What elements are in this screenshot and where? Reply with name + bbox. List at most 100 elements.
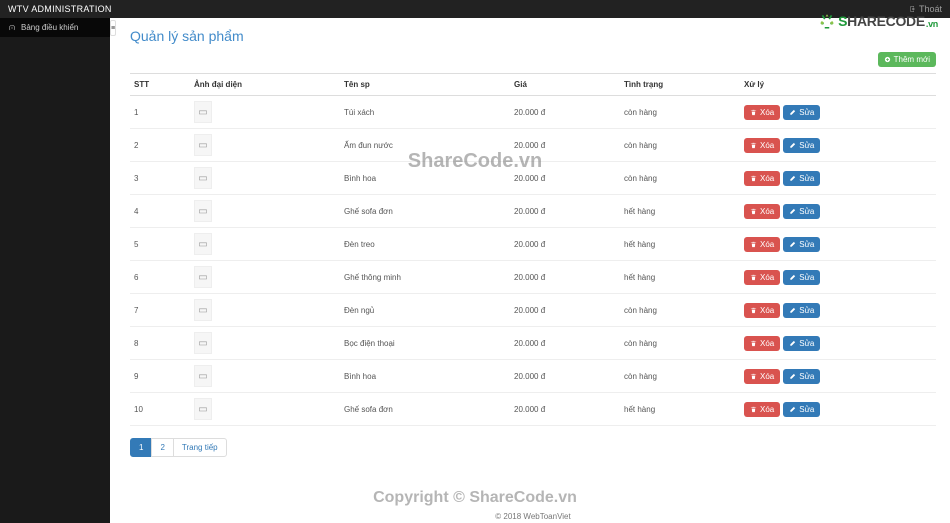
product-thumb: ▭ bbox=[194, 332, 212, 354]
delete-button[interactable]: Xóa bbox=[744, 237, 780, 252]
edit-button[interactable]: Sửa bbox=[783, 270, 820, 285]
table-row: 9▭Bình hoa20.000 đcòn hàngXóaSửa bbox=[130, 360, 936, 393]
cell-name: Bọc điện thoại bbox=[340, 327, 510, 360]
delete-button[interactable]: Xóa bbox=[744, 402, 780, 417]
pencil-icon bbox=[789, 208, 796, 215]
pencil-icon bbox=[789, 340, 796, 347]
edit-label: Sửa bbox=[799, 240, 814, 249]
plus-icon bbox=[884, 56, 891, 63]
table-row: 1▭Túi xách20.000 đcòn hàngXóaSửa bbox=[130, 96, 936, 129]
th-price: Giá bbox=[510, 74, 620, 96]
cell-actions: Xóa Sửa bbox=[740, 162, 936, 195]
pencil-icon bbox=[789, 274, 796, 281]
cell-price: 20.000 đ bbox=[510, 261, 620, 294]
edit-button[interactable]: Sửa bbox=[783, 402, 820, 417]
trash-icon bbox=[750, 175, 757, 182]
delete-label: Xóa bbox=[760, 141, 774, 150]
delete-button[interactable]: Xóa bbox=[744, 171, 780, 186]
delete-button[interactable]: Xóa bbox=[744, 105, 780, 120]
cell-status: hết hàng bbox=[620, 393, 740, 426]
edit-label: Sửa bbox=[799, 108, 814, 117]
cell-status: còn hàng bbox=[620, 96, 740, 129]
edit-button[interactable]: Sửa bbox=[783, 171, 820, 186]
trash-icon bbox=[750, 142, 757, 149]
cell-stt: 5 bbox=[130, 228, 190, 261]
delete-label: Xóa bbox=[760, 372, 774, 381]
cell-actions: Xóa Sửa bbox=[740, 327, 936, 360]
delete-label: Xóa bbox=[760, 207, 774, 216]
cell-image: ▭ bbox=[190, 327, 340, 360]
main: Quản lý sản phẩm Thêm mới STT Ảnh đại di… bbox=[116, 18, 950, 523]
th-image: Ảnh đại diện bbox=[190, 74, 340, 96]
table-row: 6▭Ghế thông minh20.000 đhết hàngXóaSửa bbox=[130, 261, 936, 294]
cell-stt: 1 bbox=[130, 96, 190, 129]
dashboard-icon bbox=[8, 24, 16, 32]
cell-image: ▭ bbox=[190, 360, 340, 393]
cell-actions: Xóa Sửa bbox=[740, 360, 936, 393]
cell-actions: Xóa Sửa bbox=[740, 261, 936, 294]
edit-label: Sửa bbox=[799, 306, 814, 315]
trash-icon bbox=[750, 274, 757, 281]
delete-label: Xóa bbox=[760, 339, 774, 348]
sidebar-item-dashboard[interactable]: Bảng điều khiển bbox=[0, 18, 110, 37]
cell-name: Bình hoa bbox=[340, 162, 510, 195]
edit-label: Sửa bbox=[799, 273, 814, 282]
table-row: 7▭Đèn ngủ20.000 đcòn hàngXóaSửa bbox=[130, 294, 936, 327]
edit-button[interactable]: Sửa bbox=[783, 204, 820, 219]
edit-button[interactable]: Sửa bbox=[783, 303, 820, 318]
cell-name: Ghế sofa đơn bbox=[340, 195, 510, 228]
delete-button[interactable]: Xóa bbox=[744, 303, 780, 318]
product-thumb: ▭ bbox=[194, 233, 212, 255]
th-status: Tình trạng bbox=[620, 74, 740, 96]
delete-button[interactable]: Xóa bbox=[744, 270, 780, 285]
brand-title: WTV ADMINISTRATION bbox=[8, 4, 112, 14]
product-thumb: ▭ bbox=[194, 365, 212, 387]
add-button[interactable]: Thêm mới bbox=[878, 52, 936, 67]
product-thumb: ▭ bbox=[194, 167, 212, 189]
th-name: Tên sp bbox=[340, 74, 510, 96]
cell-price: 20.000 đ bbox=[510, 195, 620, 228]
cell-actions: Xóa Sửa bbox=[740, 96, 936, 129]
cell-image: ▭ bbox=[190, 294, 340, 327]
cell-price: 20.000 đ bbox=[510, 162, 620, 195]
edit-label: Sửa bbox=[799, 174, 814, 183]
delete-button[interactable]: Xóa bbox=[744, 336, 780, 351]
cell-image: ▭ bbox=[190, 162, 340, 195]
cell-status: còn hàng bbox=[620, 294, 740, 327]
table-row: 3▭Bình hoa20.000 đcòn hàngXóaSửa bbox=[130, 162, 936, 195]
cell-price: 20.000 đ bbox=[510, 294, 620, 327]
cell-name: Ấm đun nước bbox=[340, 129, 510, 162]
trash-icon bbox=[750, 373, 757, 380]
trash-icon bbox=[750, 307, 757, 314]
edit-button[interactable]: Sửa bbox=[783, 369, 820, 384]
logout-link[interactable]: Thoát bbox=[908, 4, 942, 14]
delete-label: Xóa bbox=[760, 306, 774, 315]
cell-stt: 8 bbox=[130, 327, 190, 360]
page-title: Quản lý sản phẩm bbox=[130, 28, 936, 44]
cell-price: 20.000 đ bbox=[510, 393, 620, 426]
delete-button[interactable]: Xóa bbox=[744, 369, 780, 384]
page-next[interactable]: Trang tiếp bbox=[173, 438, 227, 457]
products-table: STT Ảnh đại diện Tên sp Giá Tình trạng X… bbox=[130, 73, 936, 426]
page-1[interactable]: 1 bbox=[130, 438, 152, 457]
table-row: 4▭Ghế sofa đơn20.000 đhết hàngXóaSửa bbox=[130, 195, 936, 228]
edit-button[interactable]: Sửa bbox=[783, 336, 820, 351]
page-2[interactable]: 2 bbox=[151, 438, 173, 457]
delete-button[interactable]: Xóa bbox=[744, 204, 780, 219]
trash-icon bbox=[750, 208, 757, 215]
delete-label: Xóa bbox=[760, 240, 774, 249]
cell-actions: Xóa Sửa bbox=[740, 129, 936, 162]
cell-actions: Xóa Sửa bbox=[740, 294, 936, 327]
pencil-icon bbox=[789, 109, 796, 116]
table-row: 10▭Ghế sofa đơn20.000 đhết hàngXóaSửa bbox=[130, 393, 936, 426]
edit-label: Sửa bbox=[799, 405, 814, 414]
cell-image: ▭ bbox=[190, 261, 340, 294]
edit-button[interactable]: Sửa bbox=[783, 237, 820, 252]
product-thumb: ▭ bbox=[194, 101, 212, 123]
edit-button[interactable]: Sửa bbox=[783, 105, 820, 120]
delete-button[interactable]: Xóa bbox=[744, 138, 780, 153]
product-thumb: ▭ bbox=[194, 398, 212, 420]
delete-label: Xóa bbox=[760, 405, 774, 414]
edit-button[interactable]: Sửa bbox=[783, 138, 820, 153]
logout-icon bbox=[908, 5, 916, 13]
